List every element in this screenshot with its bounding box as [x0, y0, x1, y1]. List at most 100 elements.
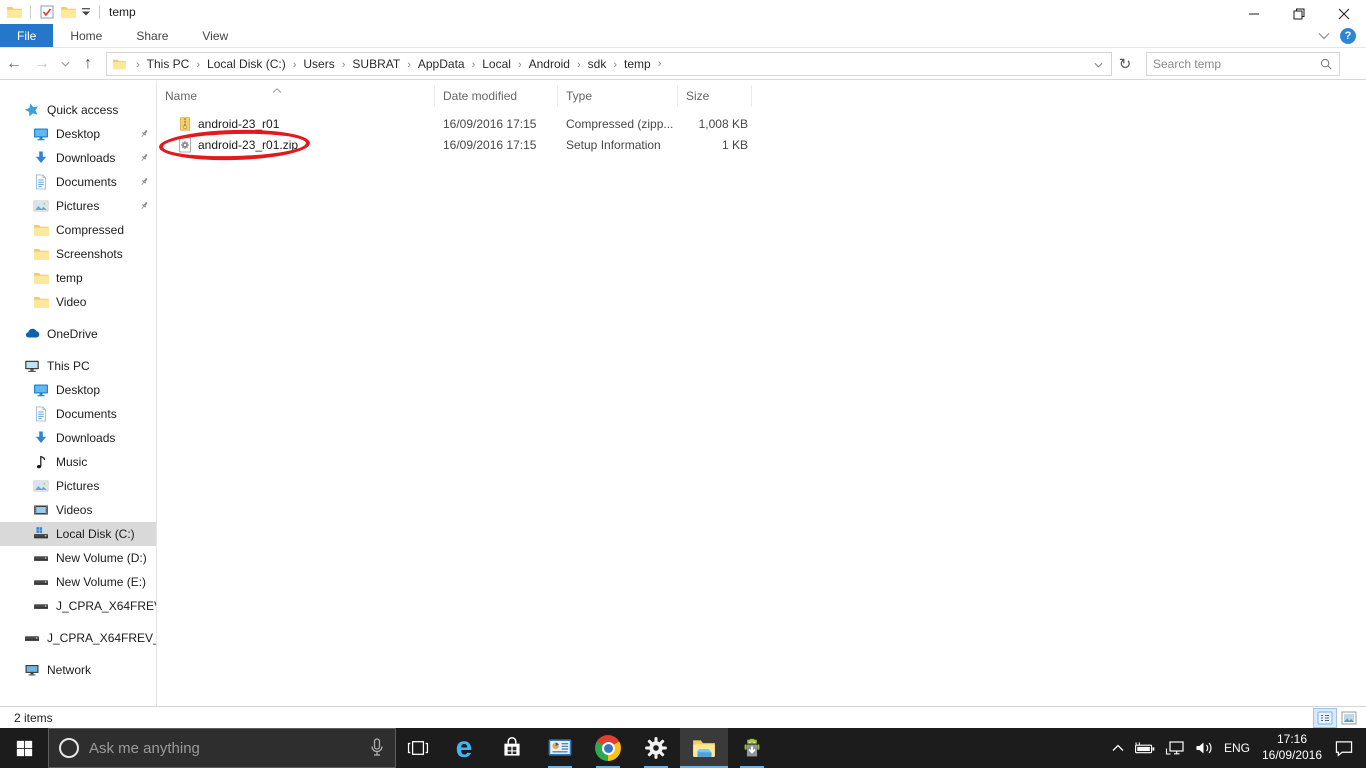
view-toggles: [1313, 707, 1366, 728]
ribbon-tab[interactable]: Share: [119, 24, 185, 47]
back-button[interactable]: ←: [0, 51, 28, 77]
forward-button[interactable]: →: [28, 51, 56, 77]
breadcrumb-separator: ›: [517, 58, 522, 71]
sidebar-item[interactable]: Documents: [0, 402, 156, 426]
battery-icon[interactable]: [1133, 741, 1156, 756]
taskbar-app-button[interactable]: [488, 728, 536, 768]
expand-ribbon-icon[interactable]: [1318, 32, 1330, 40]
network-icon[interactable]: [1165, 740, 1185, 756]
column-header[interactable]: Date modified: [435, 85, 558, 107]
drive-icon: [33, 550, 49, 566]
sidebar-item[interactable]: Local Disk (C:): [0, 522, 156, 546]
sidebar-item[interactable]: Compressed: [0, 218, 156, 242]
sidebar-section-header[interactable]: Network: [0, 658, 156, 682]
breadcrumb-segment[interactable]: sdk: [588, 57, 607, 71]
breadcrumb-separator: ›: [576, 58, 581, 71]
breadcrumb-segment[interactable]: AppData: [418, 57, 465, 71]
sidebar-item[interactable]: Video: [0, 290, 156, 314]
column-headers: Name Date modified Type Size: [157, 85, 1366, 107]
pin-icon: [138, 128, 150, 140]
sidebar-item[interactable]: Pictures: [0, 474, 156, 498]
up-button[interactable]: ↑: [74, 51, 102, 77]
large-icons-view-button[interactable]: [1338, 709, 1360, 727]
sidebar-item-label: Music: [56, 455, 88, 469]
items-count: 2 items: [14, 710, 53, 725]
taskbar-app-button[interactable]: [728, 728, 776, 768]
ribbon-tabs: File Home Share View: [0, 24, 1366, 48]
sidebar-section-header[interactable]: This PC: [0, 354, 156, 378]
sidebar-item[interactable]: New Volume (D:): [0, 546, 156, 570]
search-icon[interactable]: [1319, 57, 1333, 71]
breadcrumb-segment[interactable]: This PC: [147, 57, 190, 71]
qat-separator: [99, 5, 100, 19]
help-icon[interactable]: ?: [1340, 28, 1356, 44]
downloads-icon: [33, 150, 49, 166]
cortana-icon[interactable]: [59, 738, 79, 758]
recent-locations-icon[interactable]: [56, 61, 74, 67]
sidebar-item[interactable]: J_CPRA_X64FREV_EN: [0, 594, 156, 618]
breadcrumb-separator: ›: [136, 58, 140, 71]
column-header[interactable]: Type: [558, 85, 678, 107]
column-header[interactable]: Name: [157, 85, 435, 107]
search-input[interactable]: [1153, 56, 1319, 71]
address-dropdown-icon[interactable]: [1086, 57, 1111, 71]
ribbon-tab[interactable]: Home: [53, 24, 119, 47]
address-bar[interactable]: › This PC › Local Disk (C:) › Users › SUBRAT…: [106, 51, 1112, 76]
refresh-icon[interactable]: ↻: [1112, 51, 1138, 77]
file-row[interactable]: android-23_r01 16/09/2016 17:15 Compress…: [157, 113, 1366, 134]
os-drive-icon: [33, 526, 49, 542]
sidebar-section-header[interactable]: Quick access: [0, 98, 156, 122]
sidebar-item[interactable]: Music: [0, 450, 156, 474]
cortana-search-input[interactable]: [89, 739, 369, 757]
window-title: temp: [109, 5, 136, 19]
sidebar-item-label: Network: [47, 663, 92, 677]
taskbar-app-button[interactable]: [680, 728, 728, 768]
ribbon-tab[interactable]: File: [0, 24, 54, 47]
sidebar-section-header[interactable]: J_CPRA_X64FREV_EN-: [0, 626, 156, 650]
start-button[interactable]: [0, 728, 48, 768]
sidebar-item-label: Videos: [56, 503, 93, 517]
current-folder-icon: [111, 57, 127, 71]
file-size: 1 KB: [721, 137, 748, 152]
windows-logo-icon: [16, 740, 32, 756]
breadcrumb-segment[interactable]: Local Disk (C:): [207, 57, 286, 71]
column-header[interactable]: Size: [678, 85, 752, 107]
sidebar-item[interactable]: Downloads: [0, 426, 156, 450]
task-view-button[interactable]: [396, 728, 440, 768]
sidebar-item[interactable]: temp: [0, 266, 156, 290]
sidebar-item[interactable]: Desktop: [0, 378, 156, 402]
sidebar-item[interactable]: Documents: [0, 170, 156, 194]
breadcrumb-segment[interactable]: Local: [482, 57, 511, 71]
file-name[interactable]: android-23_r01: [198, 117, 279, 131]
sidebar-item[interactable]: Desktop: [0, 122, 156, 146]
sidebar-item[interactable]: Screenshots: [0, 242, 156, 266]
properties-icon[interactable]: [39, 4, 55, 20]
action-center-icon[interactable]: [1334, 740, 1354, 757]
explorer-folder-icon[interactable]: [6, 4, 22, 20]
ribbon-tab[interactable]: View: [185, 24, 245, 47]
sidebar-item[interactable]: Pictures: [0, 194, 156, 218]
sidebar-item[interactable]: Videos: [0, 498, 156, 522]
clock[interactable]: 17:16 16/09/2016: [1259, 732, 1325, 763]
breadcrumb-segment[interactable]: SUBRAT: [352, 57, 400, 71]
hidden-icons-chevron-icon[interactable]: [1112, 744, 1124, 752]
language-indicator[interactable]: ENG: [1224, 741, 1250, 755]
breadcrumb: › This PC › Local Disk (C:) › Users › SUBRAT…: [129, 57, 651, 71]
volume-icon[interactable]: [1194, 740, 1215, 756]
new-folder-icon[interactable]: [60, 4, 76, 20]
file-row[interactable]: android-23_r01.zip 16/09/2016 17:15 Setu…: [157, 134, 1366, 155]
taskbar-app-button[interactable]: [632, 728, 680, 768]
breadcrumb-segment[interactable]: temp: [624, 57, 651, 71]
details-view-button[interactable]: [1313, 707, 1337, 728]
sidebar-item[interactable]: New Volume (E:): [0, 570, 156, 594]
taskbar-app-button[interactable]: [584, 728, 632, 768]
sidebar-item[interactable]: Downloads: [0, 146, 156, 170]
breadcrumb-separator: ›: [613, 58, 618, 71]
breadcrumb-segment[interactable]: Users: [303, 57, 334, 71]
taskbar-app-button[interactable]: [536, 728, 584, 768]
qat-customize-icon[interactable]: [81, 7, 91, 17]
breadcrumb-segment[interactable]: Android: [529, 57, 570, 71]
sidebar-section-header[interactable]: OneDrive: [0, 322, 156, 346]
taskbar-app-button[interactable]: e: [440, 728, 488, 768]
microphone-icon[interactable]: [369, 737, 385, 759]
